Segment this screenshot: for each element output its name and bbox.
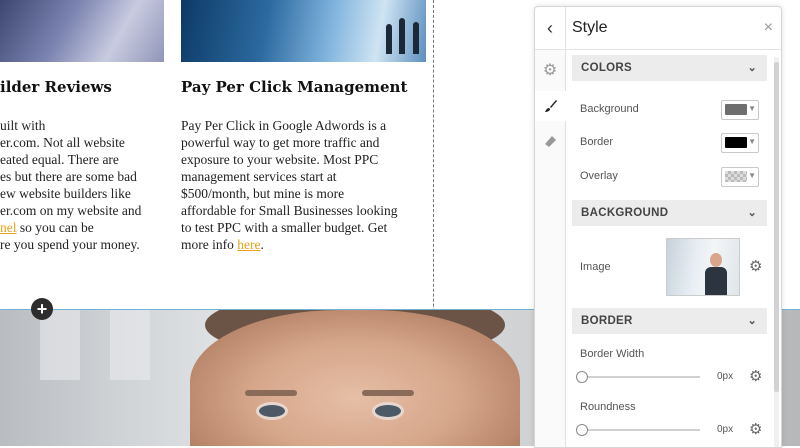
text-line: er.com. Not all website — [0, 135, 125, 150]
text-line: $500/month, but mine is more — [181, 186, 345, 201]
roundness-slider[interactable] — [576, 424, 700, 436]
text-line: powerful way to get more traffic and — [181, 135, 380, 150]
panel-content: COLORS ⌄ Background ▼ Border ▼ Overlay ▼… — [566, 50, 771, 447]
background-section-header[interactable]: BACKGROUND ⌄ — [572, 200, 767, 226]
text-line: management services start at — [181, 169, 337, 184]
chevron-down-icon: ⌄ — [747, 207, 757, 219]
heading-builder-reviews: ilder Reviews — [0, 78, 112, 96]
roundness-value: 0px — [717, 424, 734, 435]
chevron-down-icon: ⌄ — [747, 62, 757, 74]
text-line: more info here. — [181, 236, 421, 253]
text-line: Pay Per Click in Google Adwords is a — [181, 118, 387, 133]
figure-silhouette — [413, 22, 419, 54]
funnel-link[interactable]: nel — [0, 220, 17, 235]
eraser-tab-icon[interactable] — [535, 126, 565, 156]
border-color-label: Border — [580, 136, 614, 148]
overlay-color-picker[interactable]: ▼ — [721, 167, 759, 187]
chevron-down-icon: ⌄ — [747, 315, 757, 327]
overlay-color-label: Overlay — [580, 170, 618, 182]
text-line: affordable for Small Businesses looking — [181, 203, 398, 218]
eraser-icon — [545, 136, 556, 147]
slider-knob[interactable] — [576, 424, 588, 436]
roundness-gear-icon[interactable]: ⚙ — [749, 420, 762, 438]
brush-icon — [544, 100, 557, 112]
text-line: to test PPC with a smaller budget. Get — [181, 220, 388, 235]
color-chip — [725, 137, 747, 148]
figure-silhouette — [386, 24, 392, 54]
text-line: es but there are some bad — [0, 169, 137, 184]
panel-title: Style — [572, 19, 608, 36]
caret-down-icon: ▼ — [748, 104, 756, 113]
panel-header: ‹ Style × — [535, 7, 781, 50]
section-label: BACKGROUND — [581, 207, 669, 219]
thumb-head — [710, 253, 722, 267]
text-line: re you spend your money. — [0, 237, 140, 252]
image-settings-gear-icon[interactable]: ⚙ — [749, 257, 762, 275]
background-color-label: Background — [580, 103, 639, 115]
photo-face — [190, 310, 520, 446]
border-section-header[interactable]: BORDER ⌄ — [572, 308, 767, 334]
photo-brow — [362, 390, 414, 396]
text-fragment: . — [260, 237, 264, 252]
panel-tab-rail: ⚙ — [535, 50, 566, 447]
border-color-picker[interactable]: ▼ — [721, 133, 759, 153]
bg-window — [40, 310, 80, 380]
text-line: nel so you can be — [0, 219, 170, 236]
image-label: Image — [580, 261, 611, 273]
photo-brow — [245, 390, 297, 396]
section-label: BORDER — [581, 315, 633, 327]
thumb-suit — [705, 267, 727, 295]
slider-knob[interactable] — [576, 371, 588, 383]
caret-down-icon: ▼ — [748, 171, 756, 180]
background-color-picker[interactable]: ▼ — [721, 100, 759, 120]
colors-section-header[interactable]: COLORS ⌄ — [572, 55, 767, 81]
heading-ppc-management: Pay Per Click Management — [181, 78, 408, 96]
text-fragment: so you can be — [16, 220, 94, 235]
text-line: uilt with — [0, 118, 46, 133]
border-width-value: 0px — [717, 371, 734, 382]
builder-reviews-text: uilt with er.com. Not all website eated … — [0, 117, 170, 253]
border-width-label: Border Width — [580, 348, 645, 360]
bg-window — [110, 310, 150, 380]
ppc-text: Pay Per Click in Google Adwords is a pow… — [181, 117, 421, 253]
close-icon[interactable]: × — [764, 7, 773, 49]
border-width-slider[interactable] — [576, 371, 700, 383]
panel-scrollbar-thumb[interactable] — [774, 62, 779, 392]
background-image-thumbnail[interactable] — [666, 238, 740, 296]
service-image-left — [0, 0, 164, 62]
roundness-label: Roundness — [580, 401, 636, 413]
border-width-gear-icon[interactable]: ⚙ — [749, 367, 762, 385]
text-line: eated equal. There are — [0, 152, 119, 167]
caret-down-icon: ▼ — [748, 137, 756, 146]
text-fragment: more info — [181, 237, 238, 252]
color-chip-transparent — [725, 171, 747, 182]
text-line: exposure to your website. Most PPC — [181, 152, 379, 167]
add-section-button[interactable]: + — [31, 298, 53, 320]
section-label: COLORS — [581, 62, 632, 74]
photo-eye — [372, 402, 404, 420]
back-icon[interactable]: ‹ — [535, 7, 566, 49]
service-image-right — [181, 0, 426, 62]
photo-eye — [256, 402, 288, 420]
thumbnail-person — [705, 253, 727, 295]
figure-silhouette — [399, 18, 405, 54]
settings-tab-icon[interactable]: ⚙ — [535, 56, 565, 86]
text-line: er.com on my website and — [0, 203, 142, 218]
text-line: ew website builders like — [0, 186, 131, 201]
style-panel: ‹ Style × ⚙ COLORS ⌄ Background ▼ Border… — [534, 6, 782, 448]
color-chip — [725, 104, 747, 115]
brush-tab-icon[interactable] — [535, 91, 566, 121]
here-link[interactable]: here — [237, 237, 260, 252]
